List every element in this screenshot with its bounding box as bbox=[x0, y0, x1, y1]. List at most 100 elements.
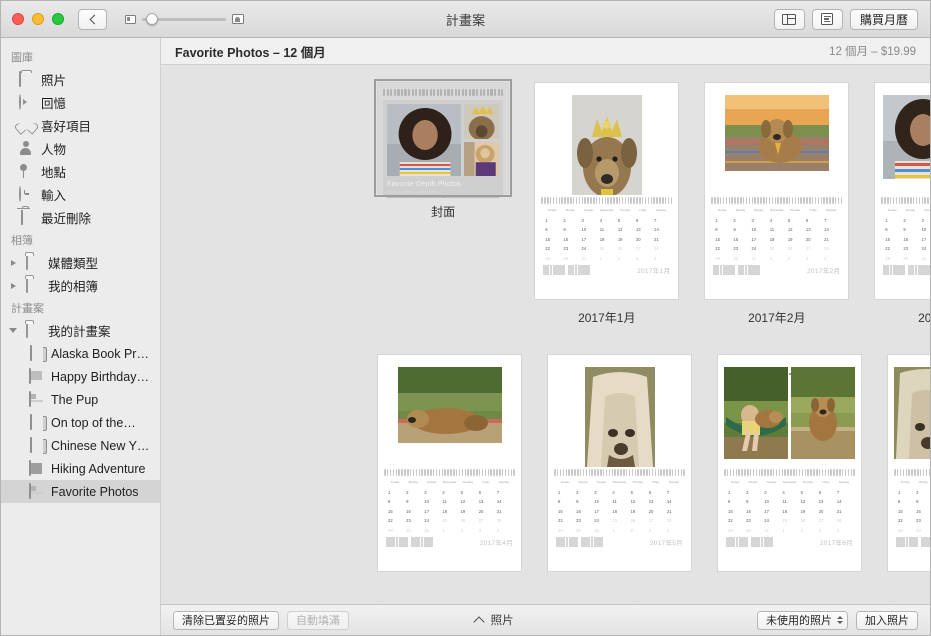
calendar-day-cell[interactable]: 8 bbox=[883, 223, 901, 232]
calendar-day-cell[interactable]: 17 bbox=[592, 504, 610, 514]
photo-dog-on-picnic-table-sunset[interactable] bbox=[724, 95, 829, 171]
calendar-day-cell[interactable]: 25 bbox=[610, 514, 628, 523]
calendar-day-cell[interactable]: 27 bbox=[804, 242, 822, 251]
calendar-day-cell[interactable]: 27 bbox=[647, 514, 665, 523]
autofill-button[interactable]: 自動填滿 bbox=[287, 610, 349, 630]
photo-girl-in-hammock-with-dog[interactable] bbox=[724, 367, 788, 459]
calendar-day-cell[interactable]: 1 bbox=[780, 523, 798, 533]
calendar-day-cell[interactable]: 9 bbox=[561, 223, 579, 232]
calendar-day-cell[interactable]: 10 bbox=[750, 223, 768, 232]
clear-placed-photos-button[interactable]: 清除已置妥的照片 bbox=[173, 610, 279, 630]
calendar-day-cell[interactable]: 1 bbox=[726, 485, 744, 495]
calendar-day-cell[interactable]: 12 bbox=[459, 495, 477, 504]
calendar-day-cell[interactable]: 8 bbox=[896, 495, 914, 504]
calendar-day-cell[interactable]: 21 bbox=[835, 504, 853, 514]
sidebar-item-my-albums[interactable]: 我的相簿 bbox=[1, 274, 160, 297]
calendar-day-cell[interactable]: 6 bbox=[634, 213, 652, 223]
calendar-day-cell[interactable]: 24 bbox=[762, 514, 780, 523]
calendar-day-cell[interactable]: 28 bbox=[495, 514, 513, 523]
photo-dog-standing-in-creek[interactable] bbox=[791, 367, 855, 459]
calendar-day-cell[interactable]: 2 bbox=[404, 485, 422, 495]
cover-title[interactable]: Favorite Depth Photos bbox=[387, 181, 499, 188]
calendar-day-cell[interactable]: 20 bbox=[477, 504, 495, 514]
calendar-day-cell[interactable]: 4 bbox=[822, 251, 840, 261]
calendar-day-cell[interactable]: 4 bbox=[495, 523, 513, 533]
calendar-day-cell[interactable]: 3 bbox=[477, 523, 495, 533]
calendar-day-cell[interactable]: 1 bbox=[610, 523, 628, 533]
calendar-day-cell[interactable]: 13 bbox=[804, 223, 822, 232]
calendar-day-cell[interactable]: 3 bbox=[804, 251, 822, 261]
zoom-button[interactable] bbox=[52, 13, 64, 25]
calendar-day-cell[interactable]: 14 bbox=[652, 223, 670, 232]
calendar-day-cell[interactable]: 15 bbox=[543, 232, 561, 242]
page-cell-may[interactable]: Sunday Monday Tuesday Wednesday Thursday Frid… bbox=[547, 354, 692, 572]
calendar-day-cell[interactable]: 27 bbox=[634, 242, 652, 251]
sidebar-item-alaska-book[interactable]: Alaska Book Pr… bbox=[1, 342, 160, 365]
sidebar-item-people[interactable]: 人物 bbox=[1, 137, 160, 160]
calendar-day-cell[interactable]: 29 bbox=[883, 251, 901, 261]
calendar-day-cell[interactable]: 28 bbox=[665, 514, 683, 523]
calendar-day-cell[interactable]: 3 bbox=[634, 251, 652, 261]
calendar-day-cell[interactable]: 19 bbox=[459, 504, 477, 514]
calendar-day-cell[interactable]: 30 bbox=[574, 523, 592, 533]
calendar-day-cell[interactable]: 19 bbox=[786, 232, 804, 242]
calendar-day-cell[interactable]: 1 bbox=[896, 485, 914, 495]
calendar-day-cell[interactable]: 17 bbox=[920, 232, 930, 242]
calendar-day-cell[interactable]: 28 bbox=[822, 242, 840, 251]
calendar-day-cell[interactable]: 7 bbox=[665, 485, 683, 495]
calendar-day-cell[interactable]: 13 bbox=[477, 495, 495, 504]
calendar-day-cell[interactable]: 14 bbox=[495, 495, 513, 504]
calendar-day-cell[interactable]: 4 bbox=[610, 485, 628, 495]
photo-woman-curly-hair-rooftop[interactable] bbox=[883, 95, 930, 179]
calendar-day-cell[interactable]: 6 bbox=[647, 485, 665, 495]
calendar-day-cell[interactable]: 7 bbox=[652, 213, 670, 223]
cover-subtitle[interactable]: Insert a subtitle or author name bbox=[387, 190, 499, 194]
calendar-day-cell[interactable]: 26 bbox=[799, 514, 817, 523]
calendar-day-cell[interactable]: 4 bbox=[598, 213, 616, 223]
calendar-day-cell[interactable]: 4 bbox=[665, 523, 683, 533]
calendar-day-cell[interactable]: 2 bbox=[744, 485, 762, 495]
sidebar-item-memories[interactable]: 回憶 bbox=[1, 91, 160, 114]
calendar-day-cell[interactable]: 2 bbox=[799, 523, 817, 533]
calendar-day-cell[interactable]: 12 bbox=[616, 223, 634, 232]
calendar-day-cell[interactable]: 5 bbox=[629, 485, 647, 495]
calendar-day-cell[interactable]: 15 bbox=[713, 232, 731, 242]
calendar-day-cell[interactable]: 23 bbox=[914, 514, 930, 523]
calendar-day-cell[interactable]: 28 bbox=[652, 242, 670, 251]
calendar-day-cell[interactable]: 9 bbox=[404, 495, 422, 504]
calendar-day-cell[interactable]: 29 bbox=[543, 251, 561, 261]
calendar-month-page[interactable]: SundayMondayTuesdayWednesdayThursdayFrid… bbox=[704, 82, 850, 300]
calendar-day-cell[interactable]: 31 bbox=[762, 523, 780, 533]
sidebar-item-hiking-adventure[interactable]: Hiking Adventure bbox=[1, 457, 160, 480]
calendar-day-cell[interactable]: 11 bbox=[610, 495, 628, 504]
calendar-day-cell[interactable]: 2 bbox=[561, 213, 579, 223]
calendar-day-cell[interactable]: 10 bbox=[580, 223, 598, 232]
calendar-day-cell[interactable]: 7 bbox=[495, 485, 513, 495]
calendar-day-cell[interactable]: 22 bbox=[896, 514, 914, 523]
calendar-day-cell[interactable]: 4 bbox=[652, 251, 670, 261]
calendar-day-cell[interactable]: 3 bbox=[920, 213, 930, 223]
close-button[interactable] bbox=[12, 13, 24, 25]
calendar-day-cell[interactable]: 1 bbox=[543, 213, 561, 223]
calendar-day-cell[interactable]: 18 bbox=[440, 504, 458, 514]
calendar-day-cell[interactable]: 30 bbox=[561, 251, 579, 261]
sidebar-item-my-projects[interactable]: 我的計畫案 bbox=[1, 319, 160, 342]
calendar-day-cell[interactable]: 22 bbox=[386, 514, 404, 523]
calendar-day-cell[interactable]: 3 bbox=[422, 485, 440, 495]
calendar-day-cell[interactable]: 23 bbox=[561, 242, 579, 251]
calendar-day-cell[interactable]: 15 bbox=[386, 504, 404, 514]
calendar-day-cell[interactable]: 13 bbox=[647, 495, 665, 504]
calendar-month-page[interactable]: SundayMondayTuesdayWednesdayThursdayFrid… bbox=[874, 82, 930, 300]
calendar-month-page[interactable]: SundayMondayTuesdayWednesdayThursdayFrid… bbox=[377, 354, 522, 572]
calendar-day-cell[interactable]: 6 bbox=[477, 485, 495, 495]
sidebar-item-recently-deleted[interactable]: 最近刪除 bbox=[1, 206, 160, 229]
info-panel-button[interactable] bbox=[811, 8, 843, 30]
calendar-day-cell[interactable]: 15 bbox=[556, 504, 574, 514]
calendar-day-cell[interactable]: 2 bbox=[914, 485, 930, 495]
calendar-day-cell[interactable]: 11 bbox=[598, 223, 616, 232]
minimize-button[interactable] bbox=[32, 13, 44, 25]
calendar-day-cell[interactable]: 8 bbox=[556, 495, 574, 504]
calendar-day-cell[interactable]: 1 bbox=[386, 485, 404, 495]
calendar-day-cell[interactable]: 16 bbox=[574, 504, 592, 514]
sidebar-item-chinese-new-year[interactable]: Chinese New Y… bbox=[1, 434, 160, 457]
